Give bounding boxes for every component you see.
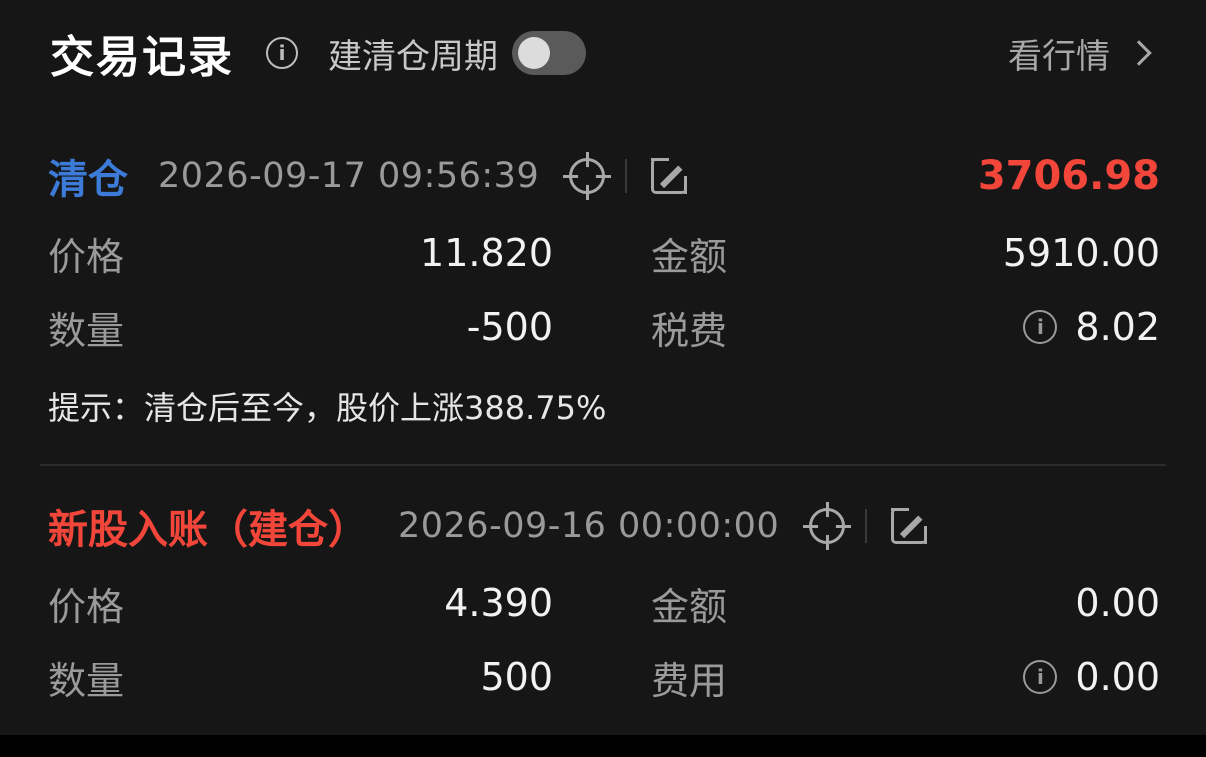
record-tip: 提示：清仓后至今，股价上涨388.75%: [48, 389, 607, 427]
qty-value: 500: [480, 655, 553, 699]
edit-icon[interactable]: [651, 158, 688, 194]
price-value: 11.820: [420, 231, 553, 275]
price-label: 价格: [48, 234, 125, 279]
locate-icon[interactable]: [563, 152, 612, 200]
total-label: 金额: [651, 584, 728, 629]
total-value: 0.00: [1075, 581, 1160, 625]
record-row: 数量 -500 税费 i 8.02: [48, 290, 1160, 364]
total-label: 金额: [651, 234, 728, 279]
locate-icon[interactable]: [803, 502, 852, 550]
fee-value: i 8.02: [851, 305, 1160, 349]
record-profit: 3706.98: [977, 153, 1160, 199]
divider: [625, 159, 628, 193]
trade-record: 清仓 2026-09-17 09:56:39 3706.98 价格 11.820…: [48, 146, 1160, 438]
record-time: 2026-09-17 09:56:39: [158, 156, 540, 196]
toggle-knob: [518, 37, 550, 69]
record-row: 价格 11.820 金额 5910.00: [48, 216, 1160, 290]
header: 交易记录 i 建清仓周期 看行情: [50, 22, 1160, 84]
view-market-link[interactable]: 看行情: [1008, 29, 1160, 78]
cycle-toggle[interactable]: [512, 31, 586, 75]
edit-icon[interactable]: [891, 508, 928, 544]
trade-record: 新股入账（建仓） 2026-09-16 00:00:00 价格 4.390 金额…: [48, 496, 1160, 714]
info-icon[interactable]: i: [1023, 310, 1058, 344]
record-type: 新股入账（建仓）: [48, 507, 368, 553]
qty-label: 数量: [48, 658, 125, 703]
total-value: 5910.00: [1002, 231, 1160, 275]
info-icon[interactable]: i: [266, 37, 298, 69]
fee-label: 费用: [651, 658, 728, 703]
record-divider: [40, 464, 1166, 466]
view-market-label: 看行情: [1008, 36, 1110, 77]
price-value: 4.390: [444, 581, 553, 625]
price-label: 价格: [48, 584, 125, 629]
divider: [865, 509, 868, 543]
chevron-right-icon: [1126, 40, 1152, 66]
record-header: 清仓 2026-09-17 09:56:39 3706.98: [48, 146, 1160, 206]
record-time: 2026-09-16 00:00:00: [398, 506, 780, 546]
record-type: 清仓: [48, 157, 128, 203]
qty-value: -500: [466, 305, 553, 349]
qty-label: 数量: [48, 308, 125, 353]
cycle-label: 建清仓周期: [328, 36, 498, 77]
record-header: 新股入账（建仓） 2026-09-16 00:00:00: [48, 496, 1160, 556]
trade-records-panel: 交易记录 i 建清仓周期 看行情 清仓 2026-09-17 09:56:39 …: [0, 0, 1206, 735]
fee-label: 税费: [651, 308, 728, 353]
record-row: 价格 4.390 金额 0.00: [48, 566, 1160, 640]
fee-value: i 0.00: [851, 655, 1160, 699]
info-icon[interactable]: i: [1023, 660, 1058, 694]
page-title: 交易记录: [50, 32, 234, 83]
record-row: 数量 500 费用 i 0.00: [48, 640, 1160, 714]
